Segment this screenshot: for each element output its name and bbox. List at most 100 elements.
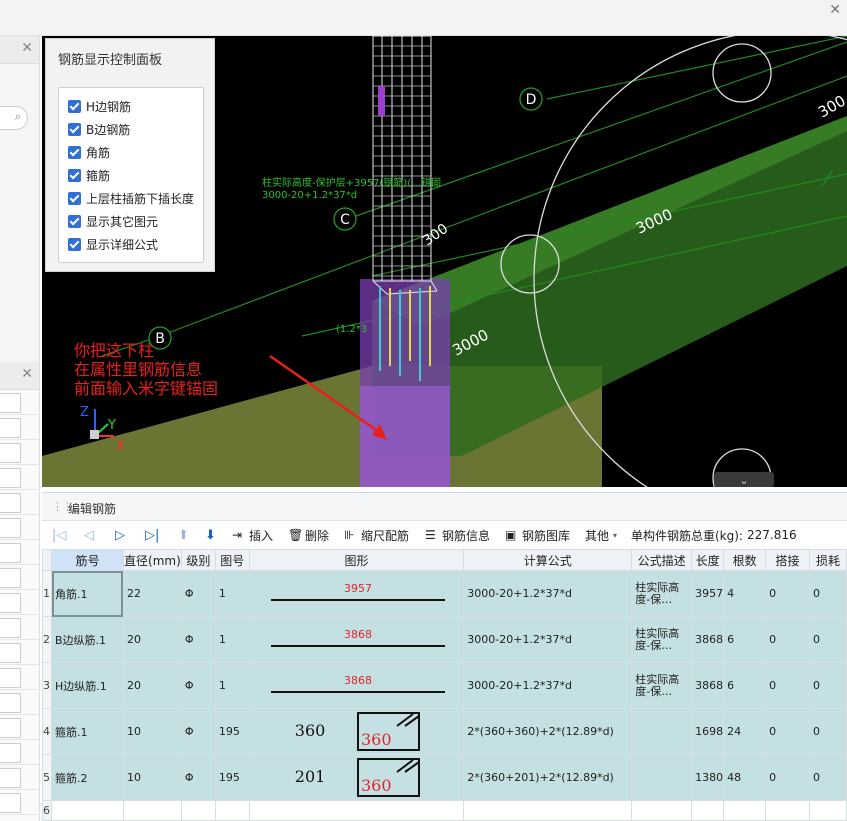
- close-icon[interactable]: ✕: [829, 2, 841, 18]
- cell-formula[interactable]: 2*(360+360)+2*(12.89*d): [463, 708, 633, 755]
- cell-figure-no[interactable]: 1: [214, 616, 250, 663]
- table-row[interactable]: 4 箍筋.1 10 Φ 195 360 360 2*(360+360)+2*(1…: [42, 708, 847, 755]
- property-row[interactable]: [0, 490, 39, 515]
- cell-diameter[interactable]: 20: [122, 616, 182, 663]
- property-row[interactable]: [0, 790, 39, 815]
- cell-count[interactable]: 4: [723, 570, 767, 617]
- empty-cell[interactable]: [180, 800, 216, 821]
- chevron-down-icon[interactable]: ⌄: [739, 474, 748, 487]
- cell-count[interactable]: 48: [723, 754, 767, 801]
- empty-cell[interactable]: [765, 800, 810, 821]
- cell-diameter[interactable]: 20: [122, 662, 182, 709]
- cell-formula[interactable]: 3000-20+1.2*37*d: [463, 662, 633, 709]
- property-row[interactable]: [0, 590, 39, 615]
- cell-rebar-name[interactable]: H边纵筋.1: [51, 662, 124, 709]
- option-b-rebar[interactable]: B边钢筋: [68, 120, 130, 138]
- table-row[interactable]: 2 B边纵筋.1 20 Φ 1 3868 3000-20+1.2*37*d 柱实…: [42, 616, 847, 663]
- cell-rebar-name[interactable]: 箍筋.1: [51, 708, 124, 755]
- collapse-tab[interactable]: ⌄: [714, 472, 774, 487]
- property-row[interactable]: [0, 540, 39, 565]
- cell-count[interactable]: 24: [723, 708, 767, 755]
- cell-formula-desc[interactable]: 柱实际高度-保…: [631, 616, 693, 663]
- property-row[interactable]: [0, 565, 39, 590]
- cell-shape[interactable]: 3868: [248, 662, 465, 709]
- property-row[interactable]: [0, 465, 39, 490]
- cell-shape[interactable]: 201 360: [248, 754, 465, 801]
- cell-figure-no[interactable]: 1: [214, 662, 250, 709]
- cell-grade[interactable]: Φ: [180, 708, 216, 755]
- empty-cell[interactable]: [214, 800, 250, 821]
- cell-formula[interactable]: 2*(360+201)+2*(12.89*d): [463, 754, 633, 801]
- cell-rebar-name[interactable]: 角筋.1: [51, 570, 124, 617]
- stirrup-dim-box[interactable]: 360: [361, 776, 392, 795]
- cell-loss[interactable]: 0: [809, 570, 847, 617]
- cell-lap[interactable]: 0: [765, 708, 810, 755]
- empty-cell[interactable]: [122, 800, 182, 821]
- empty-cell[interactable]: [463, 800, 633, 821]
- close-icon[interactable]: ✕: [21, 40, 33, 56]
- column-header[interactable]: 公式描述: [631, 549, 693, 571]
- column-header[interactable]: 损耗: [809, 549, 847, 571]
- first-record-icon[interactable]: |◁: [52, 526, 66, 544]
- empty-cell[interactable]: [51, 800, 124, 821]
- cell-lap[interactable]: 0: [765, 754, 810, 801]
- property-row[interactable]: [0, 390, 39, 415]
- cell-rebar-name[interactable]: B边纵筋.1: [51, 616, 124, 663]
- property-row[interactable]: [0, 740, 39, 765]
- stirrup-dim-left[interactable]: 201: [295, 767, 326, 786]
- property-row[interactable]: [0, 640, 39, 665]
- rebar-library-button[interactable]: ▣ 钢筋图库: [505, 526, 570, 544]
- column-header[interactable]: 计算公式: [463, 549, 633, 571]
- property-row[interactable]: [0, 415, 39, 440]
- checkbox[interactable]: [68, 214, 81, 228]
- cell-figure-no[interactable]: 195: [214, 708, 250, 755]
- property-row[interactable]: [0, 440, 39, 465]
- shape-length[interactable]: 3868: [253, 628, 463, 641]
- column-header[interactable]: 筋号: [51, 549, 124, 571]
- stirrup-dim-box[interactable]: 360: [361, 730, 392, 749]
- property-row[interactable]: [0, 615, 39, 640]
- cell-length[interactable]: 3868: [691, 616, 725, 663]
- table-row[interactable]: 1 角筋.1 22 Φ 1 3957 3000-20+1.2*37*d 柱实际高…: [42, 570, 847, 617]
- cell-figure-no[interactable]: 1: [214, 570, 250, 617]
- cell-diameter[interactable]: 10: [122, 754, 182, 801]
- option-corner-rebar[interactable]: 角筋: [68, 143, 110, 161]
- prev-record-icon[interactable]: ◁: [84, 526, 94, 544]
- checkbox[interactable]: [68, 237, 81, 251]
- stirrup-dim-left[interactable]: 360: [295, 721, 326, 740]
- property-row[interactable]: [0, 765, 39, 790]
- next-record-icon[interactable]: ▷: [115, 526, 125, 544]
- checkbox[interactable]: [68, 145, 81, 159]
- empty-cell[interactable]: [723, 800, 767, 821]
- cell-lap[interactable]: 0: [765, 570, 810, 617]
- cell-length[interactable]: 1698: [691, 708, 725, 755]
- column-header[interactable]: 级别: [180, 549, 216, 571]
- cell-formula[interactable]: 3000-20+1.2*37*d: [463, 570, 633, 617]
- other-dropdown[interactable]: 其他 ▾: [585, 526, 617, 544]
- cell-formula[interactable]: 3000-20+1.2*37*d: [463, 616, 633, 663]
- column-header[interactable]: 搭接: [765, 549, 810, 571]
- last-record-icon[interactable]: ▷|: [145, 526, 159, 544]
- cell-loss[interactable]: 0: [809, 662, 847, 709]
- scale-config-button[interactable]: ⊪ 缩尺配筋: [344, 526, 409, 544]
- cell-rebar-name[interactable]: 箍筋.2: [51, 754, 124, 801]
- cell-lap[interactable]: 0: [765, 616, 810, 663]
- cell-grade[interactable]: Φ: [180, 754, 216, 801]
- cell-grade[interactable]: Φ: [180, 570, 216, 617]
- move-down-icon[interactable]: ⬇: [205, 526, 216, 544]
- cell-shape[interactable]: 3868: [248, 616, 465, 663]
- cell-length[interactable]: 3957: [691, 570, 725, 617]
- checkbox[interactable]: [68, 122, 81, 136]
- cell-formula-desc[interactable]: 柱实际高度-保…: [631, 570, 693, 617]
- search-input[interactable]: ⌕: [0, 106, 28, 130]
- table-row-empty[interactable]: 6: [42, 800, 847, 821]
- cell-grade[interactable]: Φ: [180, 616, 216, 663]
- property-row[interactable]: [0, 515, 39, 540]
- option-detailed-formula[interactable]: 显示详细公式: [68, 235, 158, 253]
- property-row[interactable]: [0, 665, 39, 690]
- table-row[interactable]: 5 箍筋.2 10 Φ 195 201 360 2*(360+201)+2*(1…: [42, 754, 847, 801]
- property-row[interactable]: [0, 715, 39, 740]
- shape-length[interactable]: 3957: [253, 582, 463, 595]
- empty-cell[interactable]: [248, 800, 465, 821]
- column-header[interactable]: 直径(mm): [122, 549, 182, 571]
